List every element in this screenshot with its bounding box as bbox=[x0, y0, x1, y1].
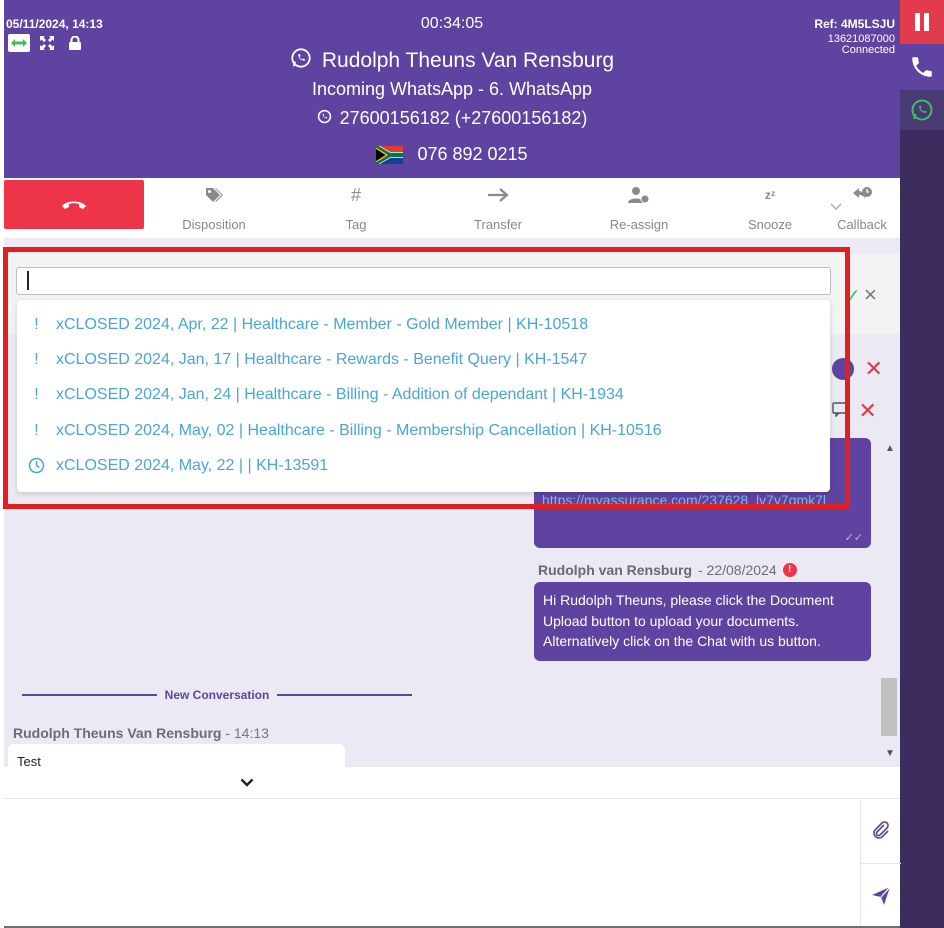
hangup-button[interactable] bbox=[4, 180, 144, 229]
phone-channel-button[interactable] bbox=[900, 44, 944, 90]
callback-label: Callback bbox=[837, 217, 887, 232]
new-conversation-label: New Conversation bbox=[164, 688, 270, 702]
tag-label: Tag bbox=[345, 217, 367, 232]
phone-number: 076 892 0215 bbox=[417, 144, 528, 164]
divider-line bbox=[22, 694, 157, 696]
disposition-label: Disposition bbox=[182, 217, 246, 232]
close-panel-icon[interactable]: × bbox=[864, 282, 877, 308]
whatsapp-number-row: 27600156182 (+27600156182) bbox=[4, 108, 900, 129]
transfer-label: Transfer bbox=[474, 217, 522, 232]
composer-separator bbox=[861, 863, 901, 864]
message-input[interactable] bbox=[4, 800, 860, 926]
phone-icon bbox=[912, 57, 932, 77]
chevron-down-icon[interactable] bbox=[240, 774, 254, 792]
hash-icon: # bbox=[350, 184, 361, 205]
snooze-button[interactable]: zᶻ Snooze bbox=[715, 184, 825, 232]
transfer-button[interactable]: Transfer bbox=[443, 184, 553, 232]
snooze-icon: zᶻ bbox=[764, 188, 776, 202]
contact-name-row: Rudolph Theuns Van Rensburg bbox=[4, 47, 900, 75]
scroll-down-icon[interactable]: ▼ bbox=[885, 748, 895, 759]
callback-icon bbox=[817, 184, 907, 206]
customer-time: - 14:13 bbox=[225, 725, 269, 741]
arrow-right-icon bbox=[443, 184, 553, 206]
whatsapp-channel-button[interactable] bbox=[900, 90, 944, 130]
pause-icon bbox=[915, 13, 929, 31]
customer-sender: Rudolph Theuns Van Rensburg bbox=[13, 725, 222, 741]
whatsapp-number: 27600156182 (+27600156182) bbox=[339, 108, 588, 128]
send-icon[interactable] bbox=[871, 886, 891, 911]
pause-button[interactable] bbox=[900, 0, 944, 44]
message-sender-row: Rudolph van Rensburg - 22/08/2024 ! bbox=[538, 562, 797, 578]
new-conversation-divider: New Conversation bbox=[22, 688, 413, 702]
read-ticks-icon: ✓✓ bbox=[844, 532, 863, 544]
message-sender: Rudolph van Rensburg bbox=[538, 562, 692, 578]
phone-row: 076 892 0215 bbox=[4, 143, 900, 166]
contact-name: Rudolph Theuns Van Rensburg bbox=[321, 49, 615, 72]
snooze-label: Snooze bbox=[747, 217, 793, 232]
agent-message-bubble: Hi Rudolph Theuns, please click the Docu… bbox=[534, 582, 871, 661]
tags-icon bbox=[159, 184, 269, 206]
attach-icon[interactable] bbox=[871, 820, 891, 845]
right-sidebar bbox=[900, 0, 944, 928]
composer-actions bbox=[860, 800, 901, 926]
scroll-up-icon[interactable]: ▲ bbox=[885, 443, 895, 454]
whatsapp-icon bbox=[290, 47, 312, 75]
customer-message-bubble: Test bbox=[8, 744, 345, 767]
call-toolbar: Disposition # Tag Transfer Re-assign zᶻ … bbox=[4, 178, 900, 238]
highlight-box bbox=[3, 247, 850, 509]
message-date: - 22/08/2024 bbox=[698, 562, 777, 578]
reference-label: Ref: 4M5LSJU bbox=[814, 17, 895, 31]
message-composer bbox=[4, 800, 860, 926]
divider-line bbox=[277, 694, 413, 696]
user-switch-icon bbox=[584, 184, 694, 206]
south-africa-flag-icon bbox=[375, 143, 405, 166]
remove-ticket-icon[interactable]: ✕ bbox=[858, 398, 876, 423]
disposition-button[interactable]: Disposition bbox=[159, 184, 269, 232]
reassign-label: Re-assign bbox=[609, 217, 669, 232]
call-timer: 00:34:05 bbox=[420, 15, 484, 32]
incoming-channel: Incoming WhatsApp - 6. WhatsApp bbox=[311, 79, 593, 99]
tag-button[interactable]: # Tag bbox=[301, 184, 411, 233]
customer-sender-row: Rudolph Theuns Van Rensburg - 14:13 bbox=[13, 725, 269, 741]
hangup-icon bbox=[62, 201, 86, 209]
whatsapp-small-icon bbox=[317, 108, 332, 129]
callback-button[interactable]: Callback bbox=[817, 184, 907, 232]
call-header: 05/11/2024, 14:13 00:34:05 Ref: 4M5LSJU … bbox=[4, 0, 900, 178]
collapse-bar bbox=[4, 767, 900, 799]
app-root: 05/11/2024, 14:13 00:34:05 Ref: 4M5LSJU … bbox=[0, 0, 944, 928]
error-icon[interactable]: ! bbox=[782, 563, 797, 577]
scrollbar-thumb[interactable] bbox=[881, 678, 897, 736]
whatsapp-channel-icon bbox=[911, 99, 933, 121]
remove-ticket-icon[interactable]: ✕ bbox=[864, 356, 882, 381]
reassign-button[interactable]: Re-assign bbox=[584, 184, 694, 232]
